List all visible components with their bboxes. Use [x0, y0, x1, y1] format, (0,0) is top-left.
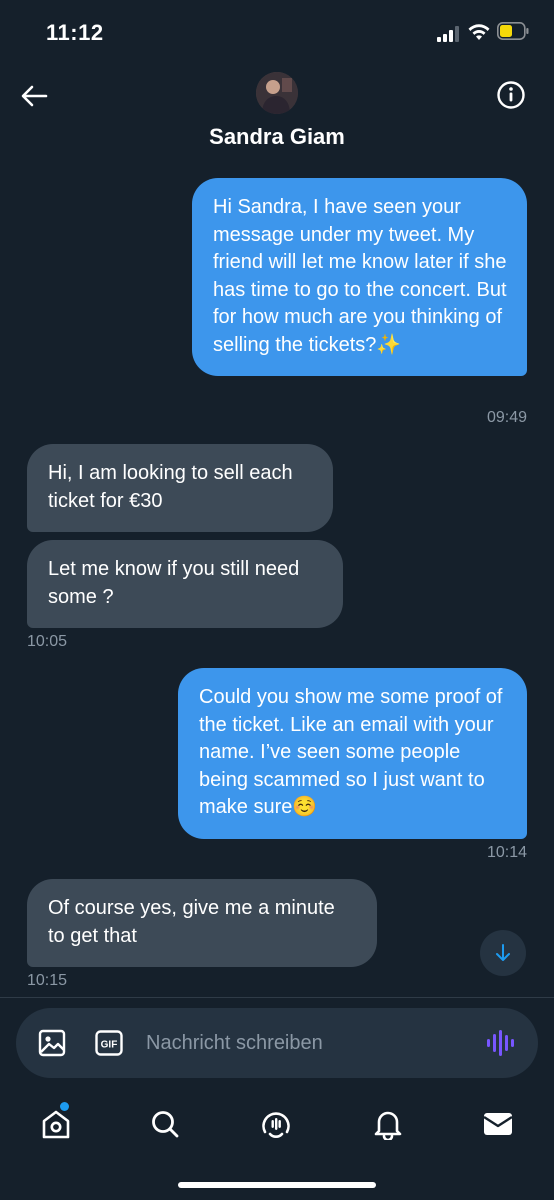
contact-name[interactable]: Sandra Giam: [0, 124, 554, 150]
message-thread[interactable]: Hi Sandra, I have seen your message unde…: [0, 166, 554, 996]
divider: [0, 997, 554, 998]
nav-messages[interactable]: [478, 1104, 518, 1144]
new-content-dot: [60, 1102, 69, 1111]
bell-icon: [374, 1111, 402, 1140]
message-composer: GIF: [16, 1008, 538, 1078]
search-icon: [152, 1111, 179, 1138]
message-timestamp: 10:15: [27, 972, 68, 989]
nav-home[interactable]: [36, 1104, 76, 1144]
status-time: 11:12: [46, 20, 104, 45]
arrow-down-icon: [496, 944, 510, 961]
arrow-left-icon: [21, 85, 48, 107]
gif-icon: GIF: [95, 1030, 123, 1056]
message-bubble-incoming[interactable]: Hi, I am looking to sell each ticket for…: [27, 444, 333, 532]
message-bubble-outgoing[interactable]: Could you show me some proof of the tick…: [178, 668, 527, 839]
avatar-photo: [256, 72, 298, 114]
image-icon[interactable]: [38, 1029, 66, 1057]
info-icon: [497, 81, 525, 109]
message-bubble-incoming[interactable]: Of course yes, give me a minute to get t…: [27, 879, 377, 967]
message-timestamp: 10:14: [486, 844, 527, 861]
avatar[interactable]: [256, 72, 298, 114]
gif-label: GIF: [101, 1040, 118, 1051]
nav-notifications[interactable]: [368, 1104, 408, 1144]
envelope-icon: [483, 1113, 513, 1135]
message-input[interactable]: [146, 1022, 466, 1064]
info-button[interactable]: [492, 76, 530, 114]
message-bubble-incoming[interactable]: Let me know if you still need some ?: [27, 540, 343, 628]
conversation-header: Sandra Giam: [0, 66, 554, 166]
home-icon: [42, 1110, 70, 1139]
message-timestamp: 10:05: [27, 633, 68, 650]
cellular-signal-icon: [437, 26, 459, 42]
message-timestamp: 09:49: [486, 409, 527, 426]
home-indicator[interactable]: [178, 1182, 376, 1188]
spaces-icon: [262, 1112, 290, 1138]
voice-message-icon[interactable]: [486, 1030, 516, 1056]
back-button[interactable]: [14, 78, 54, 114]
message-bubble-outgoing[interactable]: Hi Sandra, I have seen your message unde…: [192, 178, 527, 376]
nav-search[interactable]: [145, 1104, 185, 1144]
bottom-navigation: [0, 1090, 554, 1160]
gif-button[interactable]: GIF: [95, 1030, 123, 1056]
status-bar: 11:12: [0, 0, 554, 66]
wifi-icon: [468, 24, 490, 40]
scroll-to-bottom-button[interactable]: [480, 930, 526, 976]
battery-icon: [497, 22, 529, 40]
nav-spaces[interactable]: [256, 1104, 296, 1144]
